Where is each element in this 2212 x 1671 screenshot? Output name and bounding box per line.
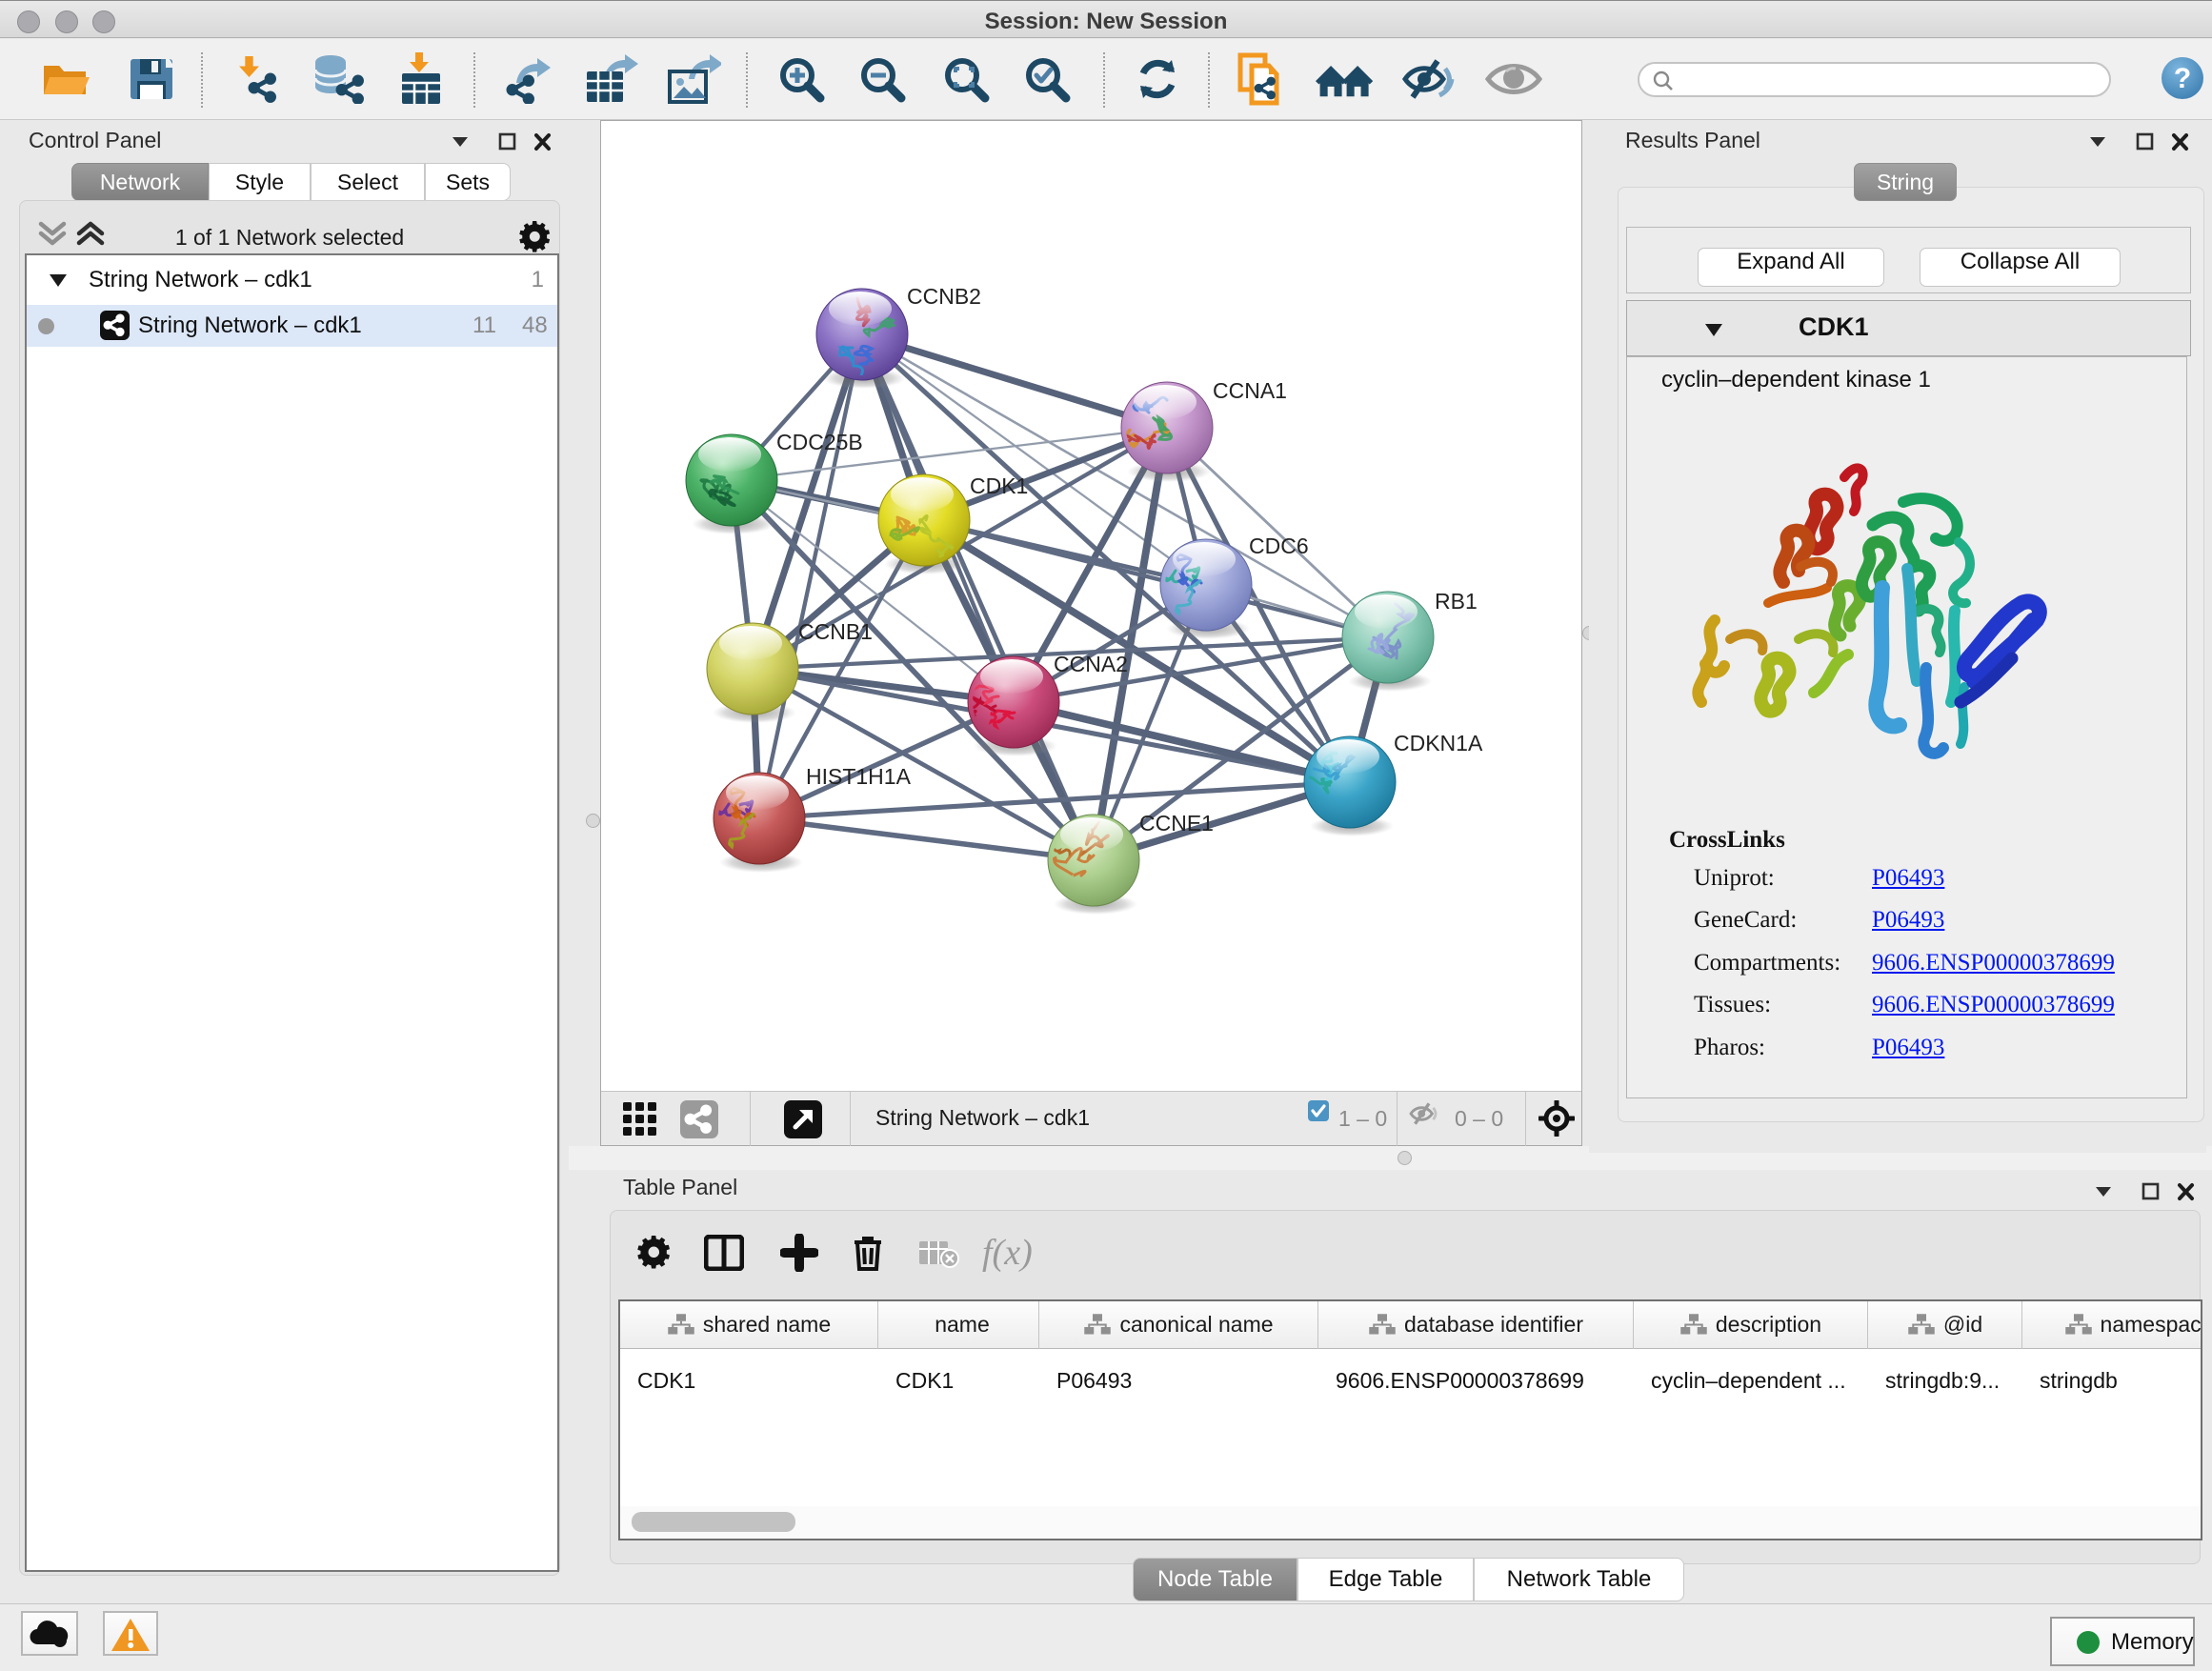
svg-text:CDK1: CDK1 [970, 473, 1028, 498]
svg-text:CCNA2: CCNA2 [1054, 652, 1128, 676]
svg-text:CCNA1: CCNA1 [1213, 378, 1287, 403]
svg-text:CCNB2: CCNB2 [907, 284, 981, 309]
svg-text:RB1: RB1 [1435, 589, 1478, 614]
svg-text:HIST1H1A: HIST1H1A [806, 764, 912, 789]
svg-text:CCNE1: CCNE1 [1139, 811, 1214, 836]
svg-text:CDC25B: CDC25B [776, 430, 863, 454]
svg-text:?: ? [2174, 63, 2191, 94]
svg-text:CDKN1A: CDKN1A [1394, 731, 1483, 755]
svg-text:CCNB1: CCNB1 [798, 619, 873, 644]
svg-text:CDC6: CDC6 [1249, 534, 1309, 558]
